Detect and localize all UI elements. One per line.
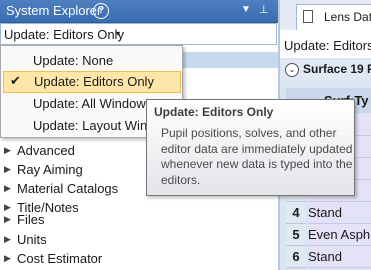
tooltip-title: Update: Editors Only: [154, 105, 274, 119]
tab-label: Lens Dat: [324, 10, 371, 24]
table-row[interactable]: 5 Even Asph: [286, 224, 371, 246]
tooltip-body: Pupil positions, solves, and other edito…: [161, 126, 353, 187]
row-number: 6: [286, 246, 306, 268]
table-row[interactable]: 6 Stand: [286, 246, 371, 268]
expand-icon[interactable]: ▶: [4, 234, 11, 245]
tree-item-label: Files: [17, 212, 45, 227]
checkmark-icon: ✔: [10, 73, 21, 88]
table-row[interactable]: 4 Stand: [286, 202, 371, 224]
panel-title: System Explorer: [6, 3, 102, 18]
panel-title-bar: System Explorer ? ▼ ⊥: [0, 0, 279, 23]
update-mode-dropdown[interactable]: Update: Editors Only ▾: [0, 23, 277, 45]
surface-type-cell[interactable]: Even Asph: [308, 224, 371, 246]
expand-icon[interactable]: ▶: [4, 164, 11, 175]
tree-item-label: Cost Estimator: [17, 251, 103, 266]
menu-item-label: Update: Editors Only: [34, 74, 154, 89]
surface-label: Surface 19 P: [303, 62, 371, 76]
update-mode-label: Update: Editors Only: [4, 27, 124, 42]
tree-item-label: Material Catalogs: [17, 181, 119, 196]
update-mode-label[interactable]: Update: Editors: [284, 38, 371, 53]
surface-type-cell[interactable]: Stand: [308, 202, 371, 224]
menu-item-label: Update: Layout Windo: [33, 118, 162, 133]
menu-item-label: Update: None: [33, 53, 114, 68]
menu-item-update-editors-only[interactable]: ✔ Update: Editors Only: [3, 71, 181, 93]
tree-item-label: Units: [17, 232, 47, 247]
lens-data-toolbar: Update: Editors: [280, 30, 371, 58]
expand-icon[interactable]: ▶: [4, 253, 11, 264]
document-icon: [303, 10, 313, 23]
surface-properties-header[interactable]: ⌄ Surface 19 P: [280, 60, 371, 80]
expand-icon[interactable]: ▶: [4, 202, 11, 213]
menu-item-update-none[interactable]: Update: None: [1, 50, 182, 72]
tab-lens-data[interactable]: Lens Dat: [296, 4, 371, 30]
menu-item-label: Update: All Windows: [33, 96, 153, 111]
surface-type-cell[interactable]: Stand: [308, 246, 371, 268]
expand-icon[interactable]: ▶: [4, 183, 11, 194]
row-number: 4: [286, 202, 306, 224]
dropdown-arrow-icon: ▾: [116, 29, 121, 38]
tab-strip: Lens Dat: [280, 0, 371, 30]
tooltip: Update: Editors Only Pupil positions, so…: [146, 99, 355, 196]
expand-icon[interactable]: ▶: [4, 214, 11, 225]
pin-icon[interactable]: ⊥: [259, 3, 269, 16]
panel-strip: [180, 52, 278, 68]
expand-icon[interactable]: ▶: [4, 145, 11, 156]
help-icon[interactable]: ?: [93, 3, 109, 19]
collapse-icon[interactable]: ⌄: [285, 63, 299, 77]
chevron-down-icon[interactable]: ▼: [241, 4, 251, 15]
tree-item-label: Advanced: [17, 143, 75, 158]
row-number: 5: [286, 224, 306, 246]
tree-item-label: Ray Aiming: [17, 162, 83, 177]
